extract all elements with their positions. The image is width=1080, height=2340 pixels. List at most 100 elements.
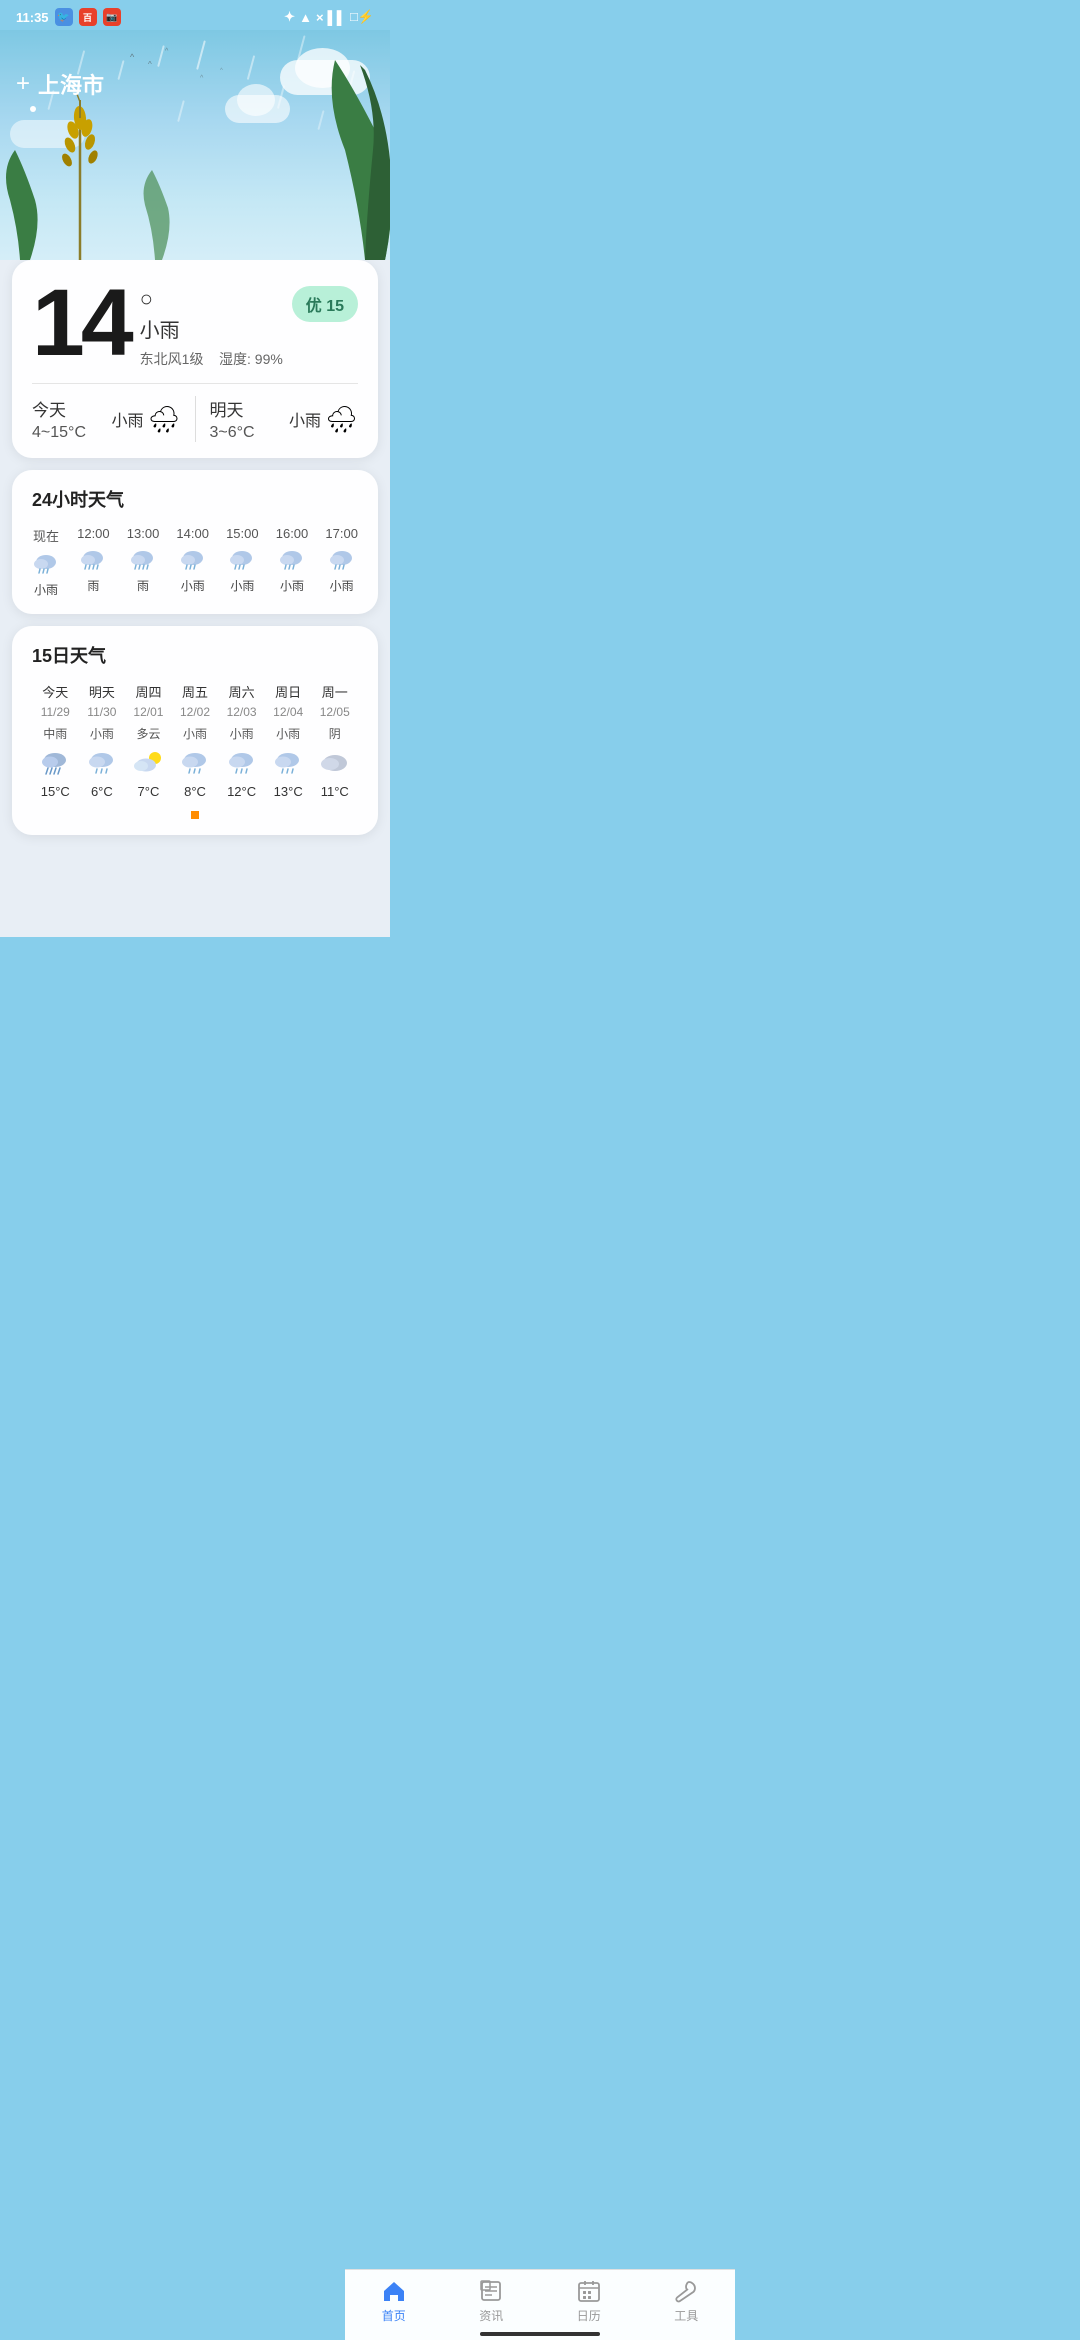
degree-circle: ○ xyxy=(140,286,153,311)
hour-0-desc: 小雨 xyxy=(34,581,58,598)
today-label: 今天 xyxy=(32,396,86,421)
daily-forecast-card: 15日天气 今天 明天 周四 周五 周六 周日 周一 11/29 11/30 1… xyxy=(12,626,378,835)
hourly-forecast-card: 24小时天气 现在 小雨 12:00 雨 13:00 雨 14:00 小雨 xyxy=(12,470,378,614)
day-3-weather: 小雨 xyxy=(172,725,219,742)
day-0-date: 11/29 xyxy=(32,705,79,719)
day-4-temp: 12°C xyxy=(218,784,265,799)
daily-temps: 15°C 6°C 7°C 8°C 12°C 13°C 11°C xyxy=(32,784,358,799)
hour-6-desc: 小雨 xyxy=(330,577,354,594)
daily-day-names: 今天 明天 周四 周五 周六 周日 周一 xyxy=(32,682,358,701)
tomorrow-weather-label: 小雨 xyxy=(289,407,321,431)
nav-news[interactable]: 资讯 xyxy=(443,2278,541,2324)
temperature-display: 14 xyxy=(32,276,130,371)
day-4-icon xyxy=(227,750,257,776)
day-6-icon-wrap xyxy=(311,750,358,776)
today-temp: 4~15°C xyxy=(32,424,86,442)
hour-3-desc: 小雨 xyxy=(181,577,205,594)
leaf-center-illustration xyxy=(140,170,170,260)
day-6-icon xyxy=(320,750,350,776)
notification-baidu-icon: 百 xyxy=(79,8,97,26)
day-5-name: 周日 xyxy=(265,682,312,701)
day-5-icon-wrap xyxy=(265,750,312,776)
add-city-button[interactable]: + xyxy=(16,70,30,98)
city-name: 上海市 xyxy=(38,73,104,98)
day-2-weather: 多云 xyxy=(125,725,172,742)
notification-bird-icon: 🐦 xyxy=(55,8,73,26)
day-5-date: 12/04 xyxy=(265,705,312,719)
day-1-name: 明天 xyxy=(79,682,126,701)
day-3-name: 周五 xyxy=(172,682,219,701)
hourly-item-6: 17:00 小雨 xyxy=(325,526,358,594)
news-icon xyxy=(478,2278,504,2304)
wind-info: 东北风1级 xyxy=(140,351,204,367)
day-5-weather: 小雨 xyxy=(265,725,312,742)
hour-0-icon xyxy=(32,551,60,575)
hour-4-time: 15:00 xyxy=(226,526,259,541)
scroll-indicator-dot xyxy=(191,811,199,819)
signal-icon: × xyxy=(316,10,324,25)
hour-4-icon xyxy=(228,547,256,571)
today-forecast: 今天 4~15°C 小雨 🌧 xyxy=(32,396,181,442)
day-0-weather: 中雨 xyxy=(32,725,79,742)
hour-1-desc: 雨 xyxy=(87,577,99,594)
hour-3-icon xyxy=(179,547,207,571)
battery-icon: □⚡ xyxy=(350,9,374,25)
hour-2-time: 13:00 xyxy=(127,526,160,541)
hour-4-desc: 小雨 xyxy=(230,577,254,594)
day-5-icon xyxy=(273,750,303,776)
day-6-temp: 11°C xyxy=(311,784,358,799)
leaf-left-illustration xyxy=(0,150,40,260)
day-0-temp: 15°C xyxy=(32,784,79,799)
home-icon xyxy=(381,2278,407,2304)
weather-description: 小雨 xyxy=(140,314,283,343)
humidity-info: 湿度: 99% xyxy=(219,351,283,367)
day-4-name: 周六 xyxy=(218,682,265,701)
day-6-date: 12/05 xyxy=(311,705,358,719)
today-weather-icon: 🌧 xyxy=(147,404,180,435)
hour-2-icon xyxy=(129,547,157,571)
hourly-title: 24小时天气 xyxy=(32,486,358,512)
day-4-weather: 小雨 xyxy=(218,725,265,742)
hourly-item-0: 现在 小雨 xyxy=(32,526,60,598)
day-1-date: 11/30 xyxy=(79,705,126,719)
hourly-items: 现在 小雨 12:00 雨 13:00 雨 14:00 小雨 15:00 xyxy=(32,526,358,598)
wheat-illustration xyxy=(55,90,105,260)
bottom-navigation: 首页 资讯 日历 工具 xyxy=(345,2269,735,2340)
today-weather-label: 小雨 xyxy=(111,407,143,431)
status-bar: 11:35 🐦 百 📷 ✦ ▲ × ▌▌ □⚡ xyxy=(0,0,390,30)
daily-weather-types: 中雨 小雨 多云 小雨 小雨 小雨 阴 xyxy=(32,725,358,742)
nav-home[interactable]: 首页 xyxy=(345,2278,443,2324)
weather-detail: 东北风1级 湿度: 99% xyxy=(140,349,283,369)
daily-icons xyxy=(32,750,358,776)
nav-tools[interactable]: 工具 xyxy=(638,2278,736,2324)
hour-1-icon xyxy=(79,547,107,571)
hour-6-time: 17:00 xyxy=(325,526,358,541)
wifi-icon: ▲ xyxy=(299,10,312,25)
nav-calendar[interactable]: 日历 xyxy=(540,2278,638,2324)
hour-5-time: 16:00 xyxy=(276,526,309,541)
hour-5-desc: 小雨 xyxy=(280,577,304,594)
day-2-icon-wrap xyxy=(125,750,172,776)
city-header: + 上海市 xyxy=(0,68,390,100)
hour-6-icon xyxy=(328,547,356,571)
nav-tools-label: 工具 xyxy=(674,2307,698,2324)
day-6-weather: 阴 xyxy=(311,725,358,742)
day-1-weather: 小雨 xyxy=(79,725,126,742)
main-content: 14 ○ 小雨 东北风1级 湿度: 99% 优 1 xyxy=(0,260,390,937)
calendar-icon xyxy=(576,2278,602,2304)
nav-news-label: 资讯 xyxy=(479,2307,503,2324)
aqi-badge: 优 15 xyxy=(292,286,358,322)
day-6-name: 周一 xyxy=(311,682,358,701)
day-2-name: 周四 xyxy=(125,682,172,701)
hourly-item-1: 12:00 雨 xyxy=(77,526,110,594)
hour-3-time: 14:00 xyxy=(176,526,209,541)
hour-5-icon xyxy=(278,547,306,571)
hour-0-time: 现在 xyxy=(33,526,59,545)
day-3-icon xyxy=(180,750,210,776)
notification-red-icon: 📷 xyxy=(103,8,121,26)
status-icons: ✦ ▲ × ▌▌ □⚡ xyxy=(284,9,374,25)
hourly-item-4: 15:00 小雨 xyxy=(226,526,259,594)
day-2-temp: 7°C xyxy=(125,784,172,799)
hourly-item-2: 13:00 雨 xyxy=(127,526,160,594)
hour-2-desc: 雨 xyxy=(137,577,149,594)
